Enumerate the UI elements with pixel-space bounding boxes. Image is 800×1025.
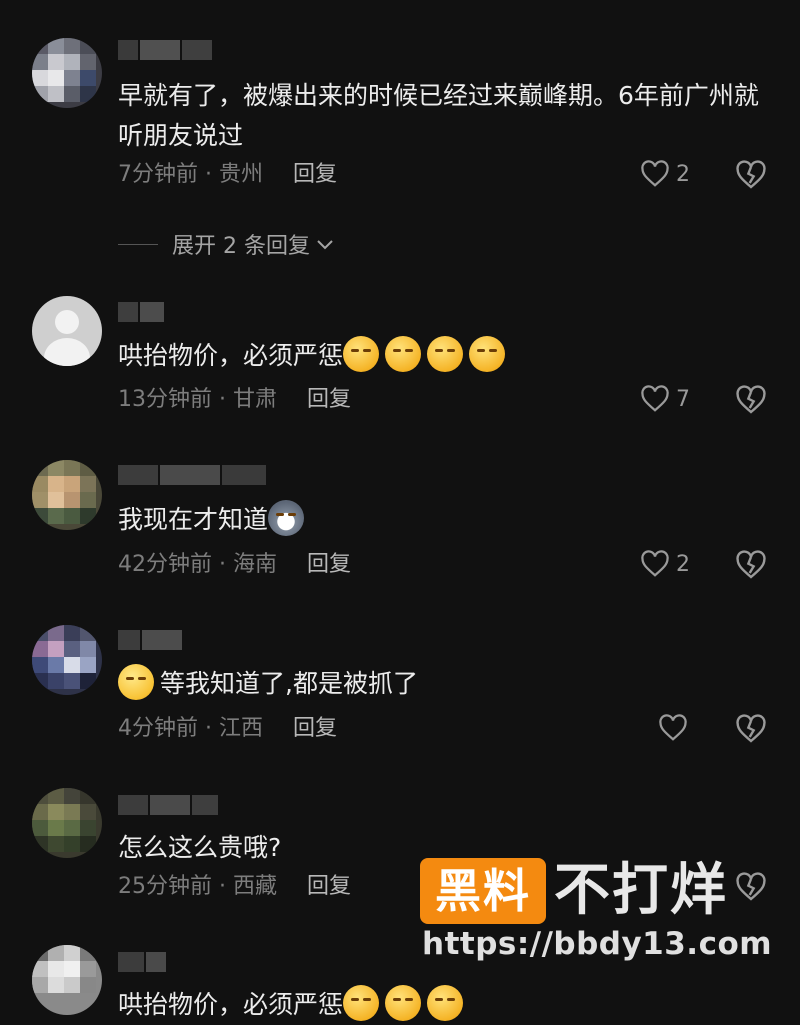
heart-outline-icon	[659, 714, 687, 741]
expand-replies-label: 展开 2 条回复	[172, 234, 310, 259]
default-avatar-head	[55, 310, 79, 334]
comment-text-content: 哄抬物价，必须严惩	[118, 341, 344, 370]
meta-separator: ·	[198, 162, 219, 187]
comment-location: 江西	[218, 716, 263, 741]
comment-time: 7分钟前	[118, 162, 198, 187]
username-blurred[interactable]	[118, 630, 184, 650]
like-button[interactable]	[658, 714, 688, 742]
comment-time: 42分钟前	[118, 552, 212, 577]
reply-button[interactable]: 回复	[307, 552, 351, 577]
comment-time: 25分钟前	[118, 874, 212, 899]
reply-button[interactable]: 回复	[293, 162, 337, 187]
dislike-button[interactable]	[735, 550, 767, 580]
reply-button[interactable]: 回复	[307, 387, 351, 412]
watermark-badge: 黑料	[420, 858, 546, 924]
like-count: 2	[676, 551, 690, 577]
comment-time: 4分钟前	[118, 716, 198, 741]
username-blurred[interactable]	[118, 795, 220, 815]
comment-text: 早就有了，被爆出来的时候已经过来巅峰期。6年前广州就听朋友说过	[118, 81, 759, 150]
avatar[interactable]	[32, 788, 102, 858]
default-avatar-body	[44, 338, 90, 366]
sleeping-face-emoji	[343, 336, 380, 372]
grinning-sweat-face-emoji	[118, 664, 154, 700]
comment-meta: 25分钟前 · 西藏 回复	[118, 872, 351, 902]
sleeping-face-emoji	[385, 985, 422, 1021]
comment-text: 我现在才知道	[118, 500, 768, 540]
like-button[interactable]: 2	[640, 550, 690, 578]
reply-button[interactable]: 回复	[307, 874, 351, 899]
comment-location: 贵州	[218, 162, 263, 187]
comment-location: 甘肃	[232, 387, 277, 412]
broken-heart-icon	[736, 385, 766, 414]
comment-location: 西藏	[232, 874, 277, 899]
dislike-button[interactable]	[735, 714, 767, 744]
dislike-button[interactable]	[735, 160, 767, 190]
sleeping-face-emoji	[427, 336, 464, 372]
comment-meta: 7分钟前 · 贵州 回复	[118, 160, 337, 190]
like-button[interactable]: 2	[640, 160, 690, 188]
avatar[interactable]	[32, 296, 102, 366]
broken-heart-icon	[736, 714, 766, 743]
watermark: 黑料 不打烊 https://bbdy13.com	[420, 858, 780, 978]
broken-heart-icon	[736, 550, 766, 579]
username-blurred[interactable]	[118, 952, 168, 972]
dislike-button[interactable]	[735, 385, 767, 415]
husky-dog-emoji	[268, 500, 305, 536]
divider	[118, 243, 158, 245]
avatar[interactable]	[32, 625, 102, 695]
heart-outline-icon	[641, 160, 669, 187]
comment-text-content: 哄抬物价，必须严惩	[118, 990, 344, 1019]
comment-meta: 42分钟前 · 海南 回复	[118, 550, 351, 580]
comment-time: 13分钟前	[118, 387, 212, 412]
watermark-url: https://bbdy13.com	[422, 926, 773, 962]
comment-meta: 4分钟前 · 江西 回复	[118, 714, 337, 744]
like-count: 7	[676, 386, 690, 412]
like-count: 2	[676, 161, 690, 187]
sleeping-face-emoji	[469, 336, 506, 372]
sleeping-face-emoji	[385, 336, 422, 372]
username-blurred[interactable]	[118, 40, 214, 60]
comment-text-content: 等我知道了,都是被抓了	[160, 669, 418, 698]
comment-text: 哄抬物价，必须严惩	[118, 336, 768, 376]
username-blurred[interactable]	[118, 302, 166, 322]
watermark-name: 不打烊	[554, 858, 728, 923]
avatar[interactable]	[32, 945, 102, 1015]
broken-heart-icon	[736, 160, 766, 189]
username-blurred[interactable]	[118, 465, 268, 485]
expand-replies-button[interactable]: 展开 2 条回复	[118, 228, 336, 260]
meta-separator: ·	[212, 387, 233, 412]
meta-separator: ·	[198, 716, 219, 741]
meta-separator: ·	[212, 552, 233, 577]
sleeping-face-emoji	[343, 985, 380, 1021]
comment-location: 海南	[232, 552, 277, 577]
comment-text-content: 我现在才知道	[118, 505, 269, 534]
reply-button[interactable]: 回复	[293, 716, 337, 741]
like-button[interactable]: 7	[640, 385, 690, 413]
heart-outline-icon	[641, 385, 669, 412]
heart-outline-icon	[641, 550, 669, 577]
comment-text: 等我知道了,都是被抓了	[118, 664, 768, 704]
sleeping-face-emoji	[427, 985, 464, 1021]
meta-separator: ·	[212, 874, 233, 899]
chevron-down-icon	[317, 240, 333, 250]
avatar[interactable]	[32, 460, 102, 530]
avatar[interactable]	[32, 38, 102, 108]
comment-meta: 13分钟前 · 甘肃 回复	[118, 385, 351, 415]
comment-text: 哄抬物价，必须严惩	[118, 985, 768, 1025]
